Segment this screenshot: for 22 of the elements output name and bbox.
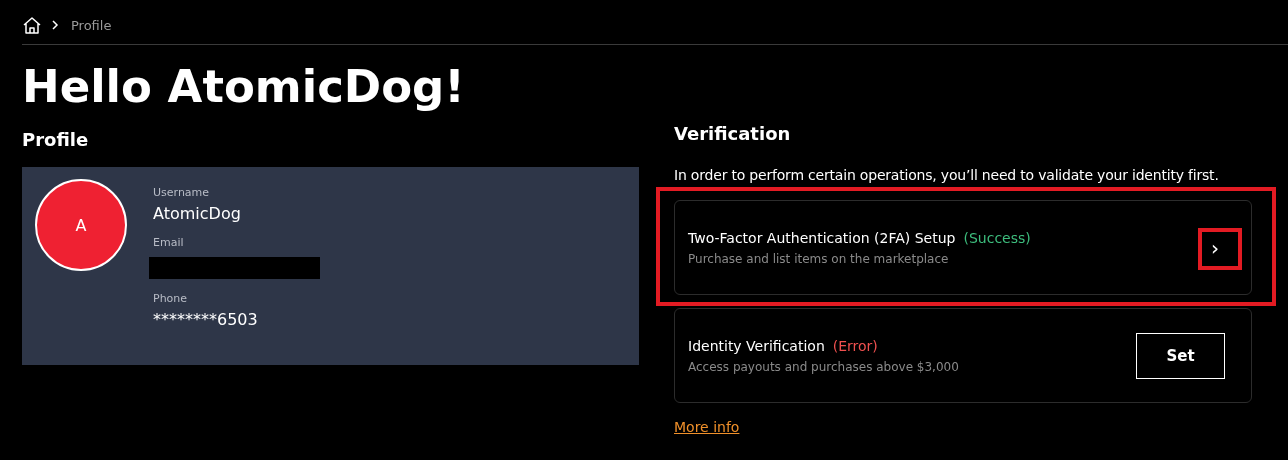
item-title: Identity Verification <box>688 337 825 354</box>
set-button[interactable]: Set <box>1136 332 1225 379</box>
page-title: Hello AtomicDog! <box>22 59 466 115</box>
field-value: AtomicDog <box>153 203 242 225</box>
field-label: Phone <box>153 291 189 307</box>
chevron-icon <box>51 20 59 30</box>
avatar: A <box>35 179 127 271</box>
item-subtitle: Access payouts and purchases above $3,000 <box>688 359 960 374</box>
field-label: Username <box>153 185 211 201</box>
item-subtitle: Purchase and list items on the marketplace <box>688 251 950 266</box>
status-label: (Error) <box>832 337 878 354</box>
section-heading: Profile <box>22 129 90 151</box>
item-title: Two-Factor Authentication (2FA) Setup <box>688 229 956 246</box>
chevron-button[interactable]: › <box>1197 232 1233 263</box>
status-label: (Success) <box>963 229 1031 246</box>
more-info-link[interactable]: More info <box>674 419 740 435</box>
field-label: Email <box>153 235 185 251</box>
field-value: ********6503 <box>153 309 259 331</box>
section-heading: Verification <box>674 123 792 145</box>
breadcrumb-item[interactable]: Profile <box>71 17 112 33</box>
home-icon[interactable] <box>22 15 42 35</box>
description: In order to perform certain operations, you’ll need to validate your identity first. <box>674 166 1220 184</box>
